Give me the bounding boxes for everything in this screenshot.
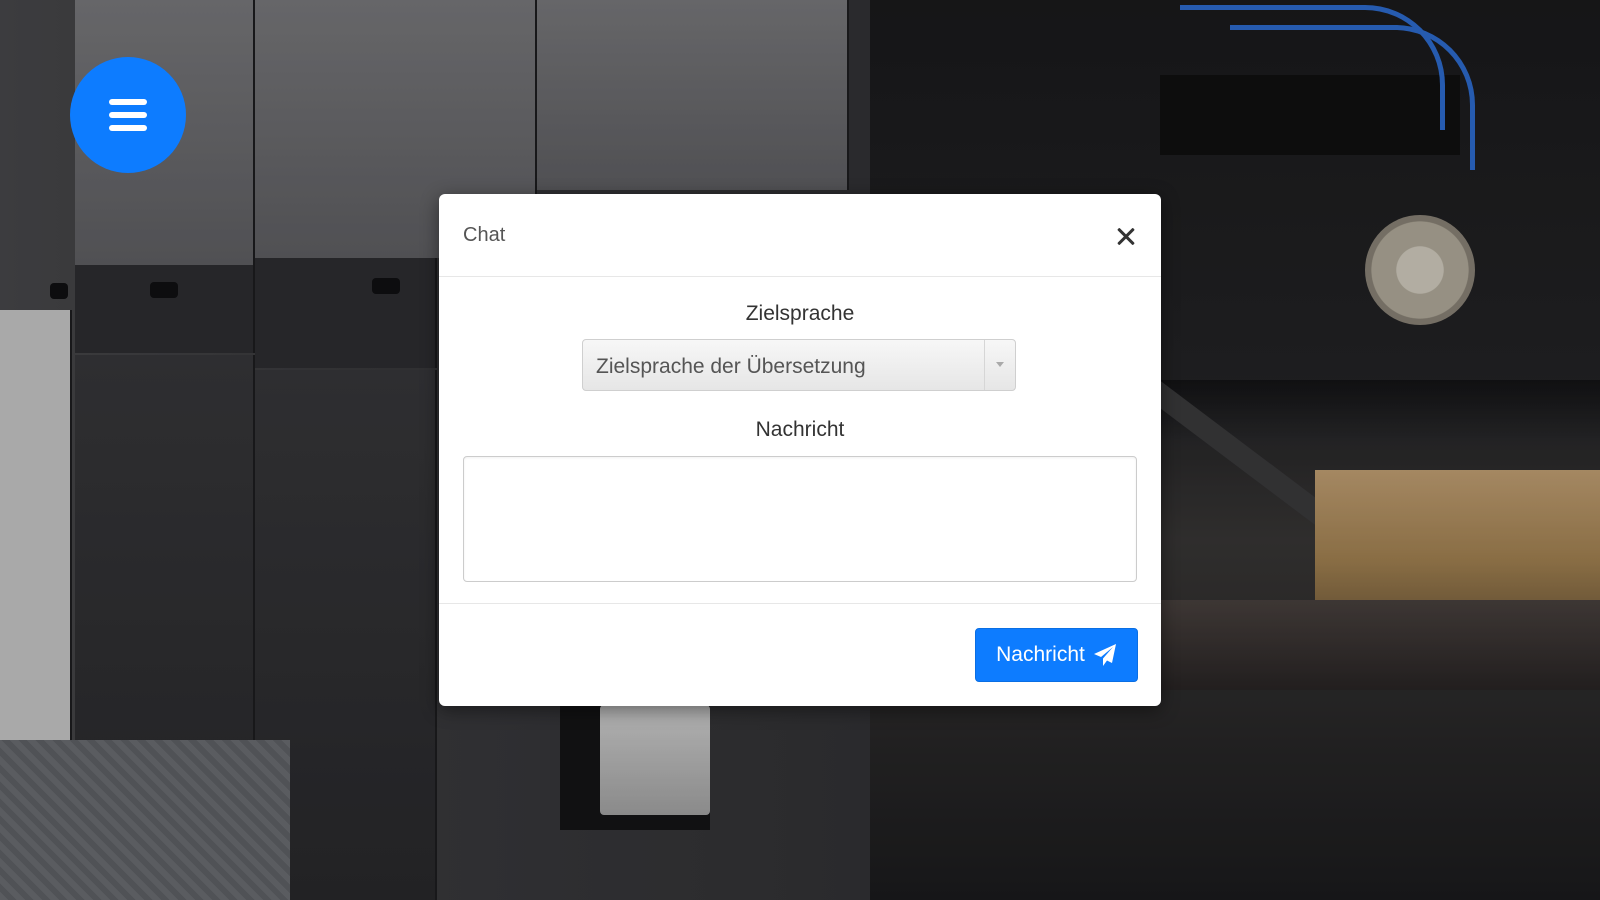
modal-footer-divider [439, 603, 1161, 604]
modal-header: Chat [439, 194, 1161, 277]
target-language-selected-value: Zielsprache der Übersetzung [596, 355, 866, 378]
close-icon[interactable] [1113, 224, 1139, 250]
menu-button[interactable] [70, 57, 186, 173]
message-label: Nachricht [755, 418, 845, 441]
paper-plane-icon [1093, 644, 1116, 666]
chevron-down-icon [984, 340, 1015, 390]
hamburger-menu-icon [109, 99, 147, 131]
message-textarea[interactable] [463, 456, 1137, 582]
send-button-label: Nachricht [996, 643, 1085, 666]
target-language-label: Zielsprache [745, 302, 855, 325]
app-screen: Chat Zielsprache Zielsprache der Überset… [0, 0, 1600, 900]
modal-title: Chat [463, 224, 506, 246]
target-language-select[interactable]: Zielsprache der Übersetzung [582, 339, 1016, 391]
chat-modal: Chat Zielsprache Zielsprache der Überset… [439, 194, 1161, 706]
send-message-button[interactable]: Nachricht [975, 628, 1138, 682]
